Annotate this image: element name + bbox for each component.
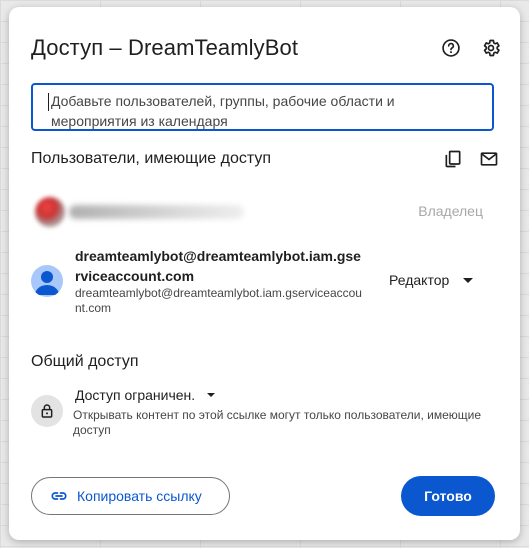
general-access-title: Общий доступ [31,353,139,370]
lock-badge [31,395,63,427]
general-access-description: Открывать контент по этой ссылке могут т… [73,408,482,437]
general-access-value: Доступ ограничен. [75,387,196,403]
add-people-input[interactable]: Добавьте пользователей, группы, рабочие … [31,83,494,131]
editor-name: dreamteamlybot@dreamteamlybot.iam.gservi… [75,248,361,284]
help-circle-icon [442,39,460,57]
owner-role-label: Владелец [418,203,483,219]
copy-icon [445,150,461,168]
dropdown-arrow-icon [463,277,474,283]
text-caret [48,93,49,111]
share-dialog: Доступ – DreamTeamlyBot Добавьте пользов… [9,7,520,540]
owner-avatar-redacted [35,197,65,227]
mail-icon [480,152,498,166]
person-icon [35,271,59,295]
add-people-placeholder: Добавьте пользователей, группы, рабочие … [51,93,395,129]
email-people-button[interactable] [477,147,501,171]
done-button[interactable]: Готово [401,476,495,516]
editor-role-label: Редактор [389,272,450,288]
copy-emails-button[interactable] [441,147,465,171]
avatar [31,265,63,297]
copy-link-label: Копировать ссылку [77,488,202,504]
editor-role-dropdown[interactable]: Редактор [389,272,474,288]
copy-link-button[interactable]: Копировать ссылку [31,477,230,515]
owner-name-redacted [69,205,244,219]
settings-button[interactable] [479,36,503,60]
dialog-title: Доступ – DreamTeamlyBot [31,35,299,60]
owner-row-redacted [31,195,251,229]
editor-email: dreamteamlybot@dreamteamlybot.iam.gservi… [75,286,362,315]
gear-icon [483,39,500,57]
done-label: Готово [424,488,472,504]
lock-icon [41,404,53,418]
general-access-dropdown[interactable]: Доступ ограничен. [75,387,216,403]
chevron-down-icon [207,393,216,397]
people-section-title: Пользователи, имеющие доступ [31,150,272,167]
link-icon [51,492,67,500]
help-button[interactable] [439,36,463,60]
